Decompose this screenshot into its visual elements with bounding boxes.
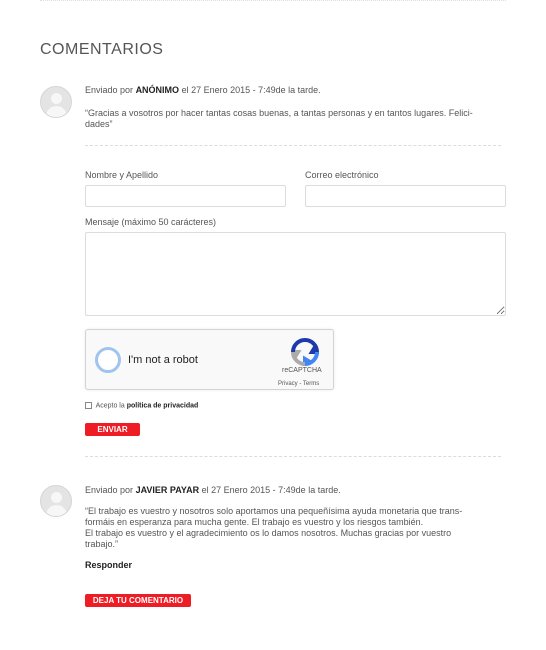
form-divider (85, 456, 501, 457)
comment-line: “Gracias a vosotros por hacer tantas cos… (85, 108, 473, 118)
comment-line: dades” (85, 119, 113, 129)
comment-prefix: Enviado por (85, 85, 134, 95)
avatar-icon (40, 86, 72, 118)
privacy-policy-link[interactable]: política de privacidad (127, 402, 199, 409)
leave-comment-button[interactable]: DEJA TU COMENTARIO (85, 594, 191, 607)
comment-line: El trabajo es vuestro y el agradecimient… (85, 528, 452, 538)
comment-body: “Gracias a vosotros por hacer tantas cos… (85, 108, 473, 130)
recaptcha-logo-icon (291, 338, 319, 366)
comment-prefix: Enviado por (85, 485, 134, 495)
comment-author: JAVIER PAYAR (135, 485, 200, 495)
recaptcha-label: I'm not a robot (128, 354, 198, 366)
comment-date: el 27 Enero 2015 - 7:49de la tarde. (201, 485, 341, 495)
reply-link[interactable]: Responder (85, 560, 132, 570)
privacy-prefix: Acepto la (95, 402, 125, 410)
section-title: COMENTARIOS (40, 41, 164, 58)
recaptcha-brand: reCAPTCHA (282, 367, 322, 374)
top-divider (40, 0, 506, 1)
submit-button[interactable]: ENVIAR (85, 423, 140, 436)
recaptcha-widget: I'm not a robot reCAPTCHA Privacy - Term… (85, 329, 334, 390)
comment-date: el 27 Enero 2015 - 7:49de la tarde. (181, 85, 321, 95)
comment-line: trabajo.” (85, 539, 119, 549)
email-label: Correo electrónico (305, 170, 379, 180)
comment-body: “El trabajo es vuestro y nosotros solo a… (85, 506, 462, 550)
comment-line: formáis en esperanza para mucha gente. E… (85, 517, 424, 527)
email-input[interactable] (305, 185, 506, 207)
recaptcha-links[interactable]: Privacy - Terms (278, 381, 319, 387)
avatar-icon (40, 485, 72, 517)
comment-author: ANÓNIMO (135, 85, 180, 95)
message-textarea[interactable] (85, 232, 506, 316)
name-input[interactable] (85, 185, 286, 207)
recaptcha-checkbox[interactable] (95, 347, 121, 373)
name-label: Nombre y Apellido (85, 170, 159, 180)
message-label: Mensaje (máximo 50 carácteres) (85, 217, 217, 227)
comment-divider (85, 145, 501, 146)
privacy-consent: Acepto la política de privacidad (85, 402, 198, 409)
comment-line: “El trabajo es vuestro y nosotros solo a… (85, 506, 463, 516)
privacy-checkbox[interactable] (85, 402, 92, 409)
comment-meta: Enviado por JAVIER PAYAR el 27 Enero 201… (85, 485, 341, 495)
comment-meta: Enviado por ANÓNIMO el 27 Enero 2015 - 7… (85, 85, 321, 95)
